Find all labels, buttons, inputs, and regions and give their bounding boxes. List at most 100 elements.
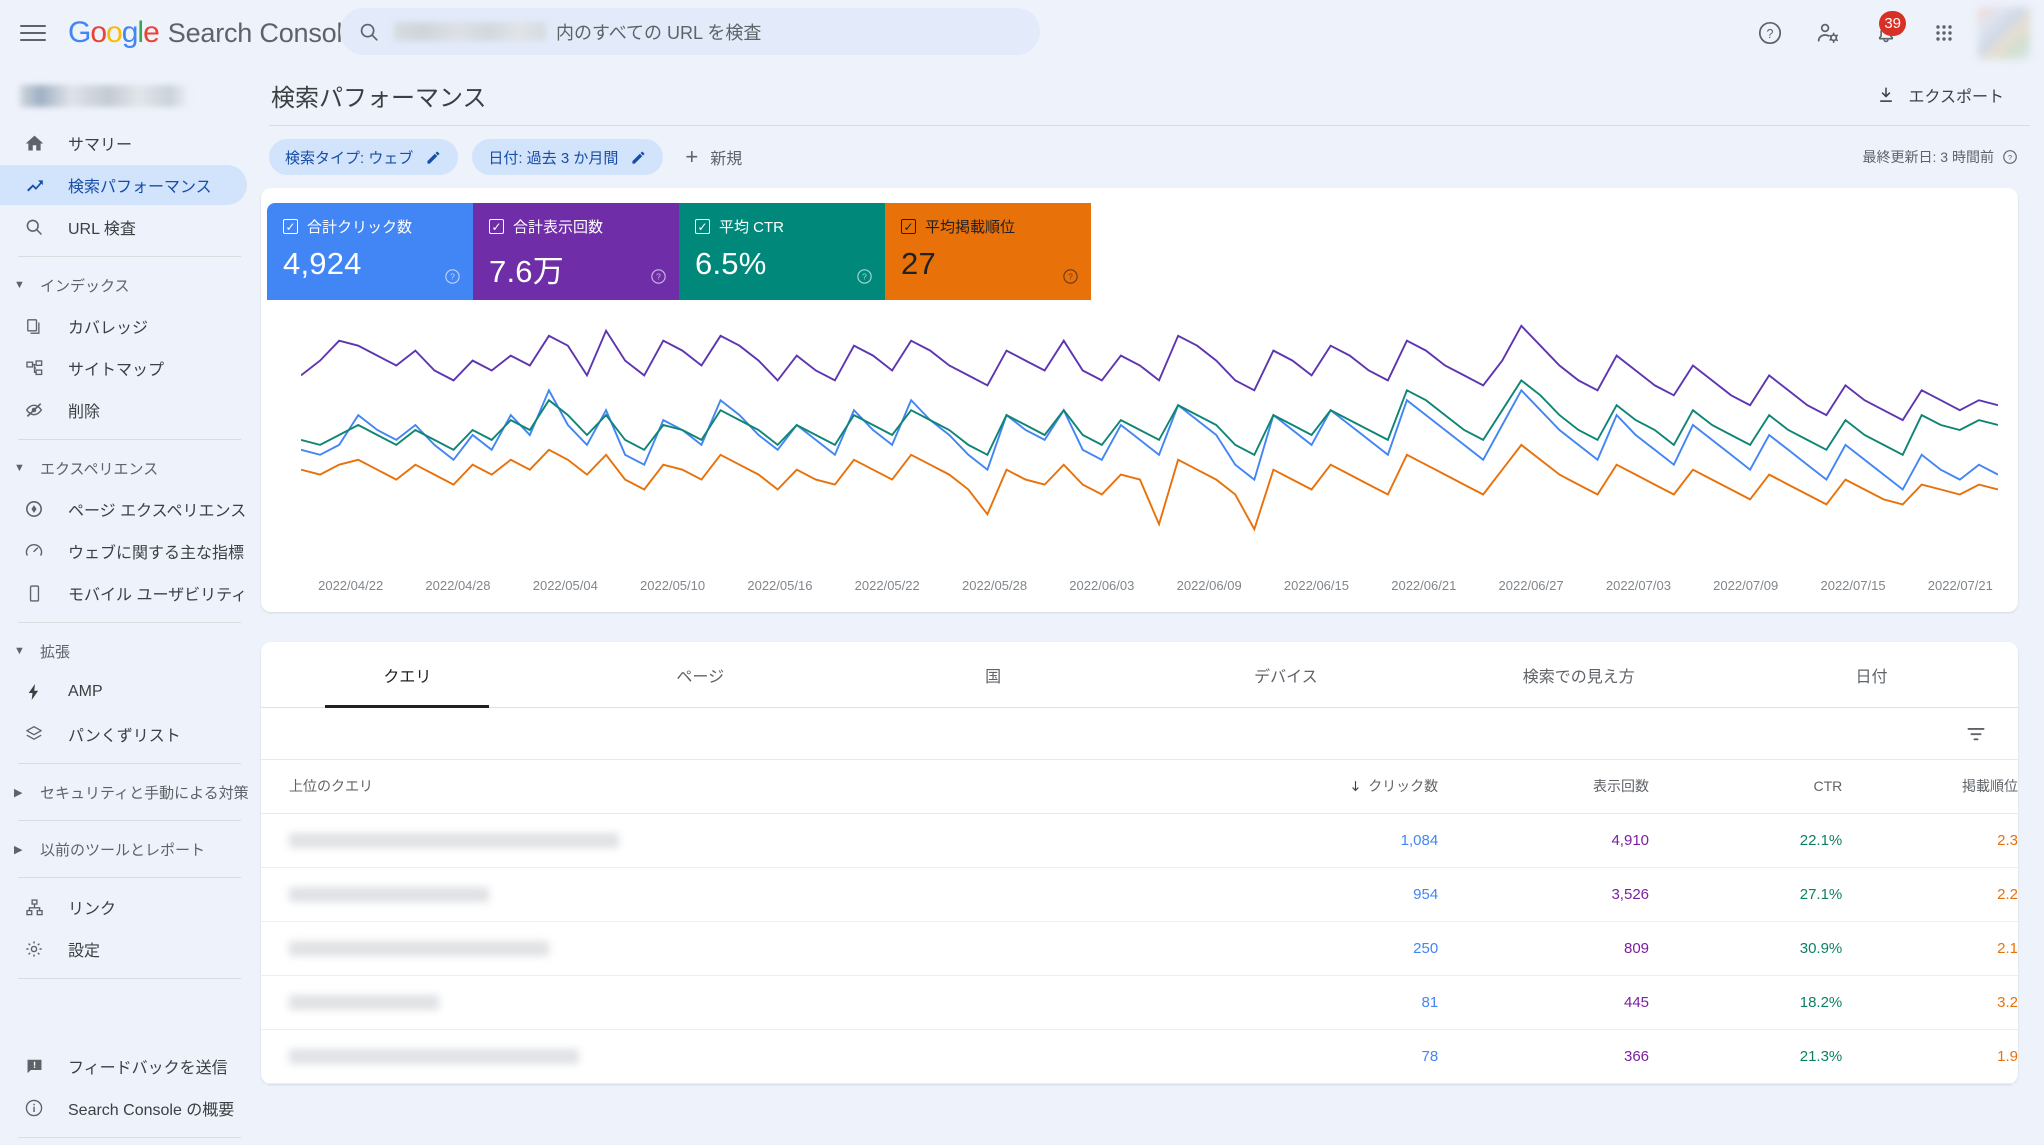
app-logo[interactable]: Google Search Console: [68, 16, 357, 50]
cell-query[interactable]: [261, 867, 1210, 922]
google-logo: Google: [68, 15, 160, 49]
table-row[interactable]: 954 3,526 27.1% 2.2: [261, 867, 2018, 922]
sidebar-item-search-performance[interactable]: 検索パフォーマンス: [0, 165, 247, 205]
sidebar-item-label: サマリー: [68, 137, 133, 154]
sidebar-section-enhancements[interactable]: ▼ 拡張: [0, 632, 255, 670]
cell-query[interactable]: [261, 1029, 1210, 1084]
cell-query[interactable]: [261, 921, 1210, 976]
sidebar-item-sitemaps[interactable]: サイトマップ: [0, 348, 247, 388]
sidebar-item-removals[interactable]: 削除: [0, 390, 247, 430]
tab-label: 日付: [1855, 668, 1888, 686]
help-icon[interactable]: ?: [1746, 9, 1794, 57]
help-icon[interactable]: ?: [2002, 149, 2018, 165]
column-header-top-queries[interactable]: 上位のクエリ: [261, 760, 1210, 814]
tab-countries[interactable]: 国: [847, 642, 1140, 707]
x-axis-tick-label: 2022/07/09: [1713, 577, 1779, 593]
filter-icon[interactable]: [1964, 722, 1988, 746]
bolt-icon: [22, 682, 46, 702]
sidebar-item-page-experience[interactable]: ページ エクスペリエンス: [0, 489, 247, 529]
column-header-position[interactable]: 掲載順位: [1842, 760, 2018, 814]
metric-checkbox[interactable]: ✓: [283, 219, 298, 234]
add-filter-button[interactable]: + 新規: [677, 145, 750, 169]
performance-chart: [301, 288, 1998, 568]
metric-checkbox[interactable]: ✓: [489, 219, 504, 234]
info-icon: [22, 1098, 46, 1118]
help-icon[interactable]: ?: [1062, 268, 1079, 290]
sidebar-item-breadcrumbs[interactable]: パンくずリスト: [0, 714, 247, 754]
sidebar-section-experience[interactable]: ▼ エクスペリエンス: [0, 449, 255, 487]
column-header-clicks[interactable]: クリック数: [1209, 760, 1439, 814]
table-row[interactable]: 250 809 30.9% 2.1: [261, 921, 2018, 976]
help-icon[interactable]: ?: [856, 268, 873, 290]
metric-card-average-ctr[interactable]: ✓ 平均 CTR 6.5%?: [679, 203, 885, 300]
account-settings-icon[interactable]: [1804, 9, 1852, 57]
sidebar-item-links[interactable]: リンク: [0, 887, 247, 927]
avatar[interactable]: [1978, 6, 2030, 59]
google-apps-grid-icon[interactable]: [1920, 9, 1968, 57]
pencil-icon[interactable]: [630, 149, 647, 166]
metric-card-total-clicks[interactable]: ✓ 合計クリック数 4,924?: [267, 203, 473, 300]
sidebar-item-label: 設定: [68, 943, 101, 960]
sidebar-item-url-inspection[interactable]: URL 検査: [0, 207, 247, 247]
help-icon[interactable]: ?: [444, 268, 461, 290]
url-inspection-search-bar[interactable]: 内のすべての URL を検査: [340, 8, 1040, 55]
metric-card-total-impressions[interactable]: ✓ 合計表示回数 7.6万?: [473, 203, 679, 300]
metric-checkbox[interactable]: ✓: [695, 219, 710, 234]
tab-search-appearance[interactable]: 検索での見え方: [1432, 642, 1725, 707]
sidebar-item-mobile-usability[interactable]: モバイル ユーザビリティ: [0, 573, 247, 613]
table-row[interactable]: 1,084 4,910 22.1% 2.3: [261, 813, 2018, 868]
chip-search-type[interactable]: 検索タイプ: ウェブ: [269, 139, 459, 175]
svg-text:?: ?: [450, 272, 455, 282]
x-axis-tick-label: 2022/04/28: [425, 577, 491, 593]
cell-position: 2.1: [1842, 921, 2018, 976]
sidebar-item-coverage[interactable]: カバレッジ: [0, 306, 247, 346]
cell-impressions: 366: [1438, 1029, 1650, 1084]
sidebar-item-settings[interactable]: 設定: [0, 929, 247, 969]
tab-devices[interactable]: デバイス: [1139, 642, 1432, 707]
sidebar: サマリー 検索パフォーマンス URL 検査 ▼ インデックス カバレッジ サイト…: [0, 65, 255, 1145]
cell-ctr: 27.1%: [1649, 867, 1843, 922]
sidebar-item-label: 検索パフォーマンス: [68, 179, 212, 196]
table-header-row: 上位のクエリ クリック数 表示回数 CTR 掲載順位: [261, 760, 2018, 814]
metric-header: ✓ 平均 CTR: [695, 216, 869, 237]
metric-header: ✓ 平均掲載順位: [901, 216, 1075, 237]
sidebar-item-summary[interactable]: サマリー: [0, 123, 247, 163]
last-updated: 最終更新日: 3 時間前 ?: [1863, 147, 2018, 167]
sidebar-item-send-feedback[interactable]: フィードバックを送信: [0, 1046, 247, 1086]
notifications-bell-icon[interactable]: 39: [1862, 9, 1910, 57]
speedometer-icon: [22, 541, 46, 561]
column-header-ctr[interactable]: CTR: [1649, 760, 1843, 814]
sidebar-section-security[interactable]: ▶ セキュリティと手動による対策: [0, 773, 255, 811]
sidebar-item-core-web-vitals[interactable]: ウェブに関する主な指標: [0, 531, 247, 571]
metric-header: ✓ 合計表示回数: [489, 216, 663, 237]
chip-date-range[interactable]: 日付: 過去 3 か月間: [472, 139, 664, 175]
sidebar-item-about-search-console[interactable]: Search Console の概要: [0, 1088, 247, 1128]
tab-label: デバイス: [1254, 668, 1318, 686]
sidebar-item-label: AMP: [68, 683, 103, 700]
metric-card-average-position[interactable]: ✓ 平均掲載順位 27?: [885, 203, 1091, 300]
help-icon[interactable]: ?: [650, 268, 667, 290]
table-row[interactable]: 81 445 18.2% 3.2: [261, 975, 2018, 1030]
menu-icon[interactable]: [18, 22, 48, 44]
property-selector-redacted[interactable]: [20, 85, 190, 107]
metric-label: 合計クリック数: [307, 219, 413, 236]
metric-checkbox[interactable]: ✓: [901, 219, 916, 234]
column-header-label: 表示回数: [1593, 778, 1650, 795]
sidebar-section-legacy-tools[interactable]: ▶ 以前のツールとレポート: [0, 830, 255, 868]
cell-query[interactable]: [261, 975, 1210, 1030]
cell-query[interactable]: [261, 813, 1210, 868]
export-button[interactable]: エクスポート: [1876, 83, 2004, 107]
sidebar-item-amp[interactable]: AMP: [0, 672, 247, 712]
redacted-property-domain: [394, 22, 546, 41]
metric-label: 平均掲載順位: [925, 219, 1016, 236]
sidebar-section-index[interactable]: ▼ インデックス: [0, 266, 255, 304]
search-icon: [22, 217, 46, 237]
tab-queries[interactable]: クエリ: [261, 642, 554, 708]
tab-pages[interactable]: ページ: [554, 642, 847, 707]
layers-icon: [22, 724, 46, 744]
tab-dates[interactable]: 日付: [1725, 642, 2018, 707]
table-row[interactable]: 78 366 21.3% 1.9: [261, 1029, 2018, 1084]
column-header-impressions[interactable]: 表示回数: [1438, 760, 1650, 814]
pencil-icon[interactable]: [425, 149, 442, 166]
chevron-down-icon: ▼: [14, 462, 25, 474]
